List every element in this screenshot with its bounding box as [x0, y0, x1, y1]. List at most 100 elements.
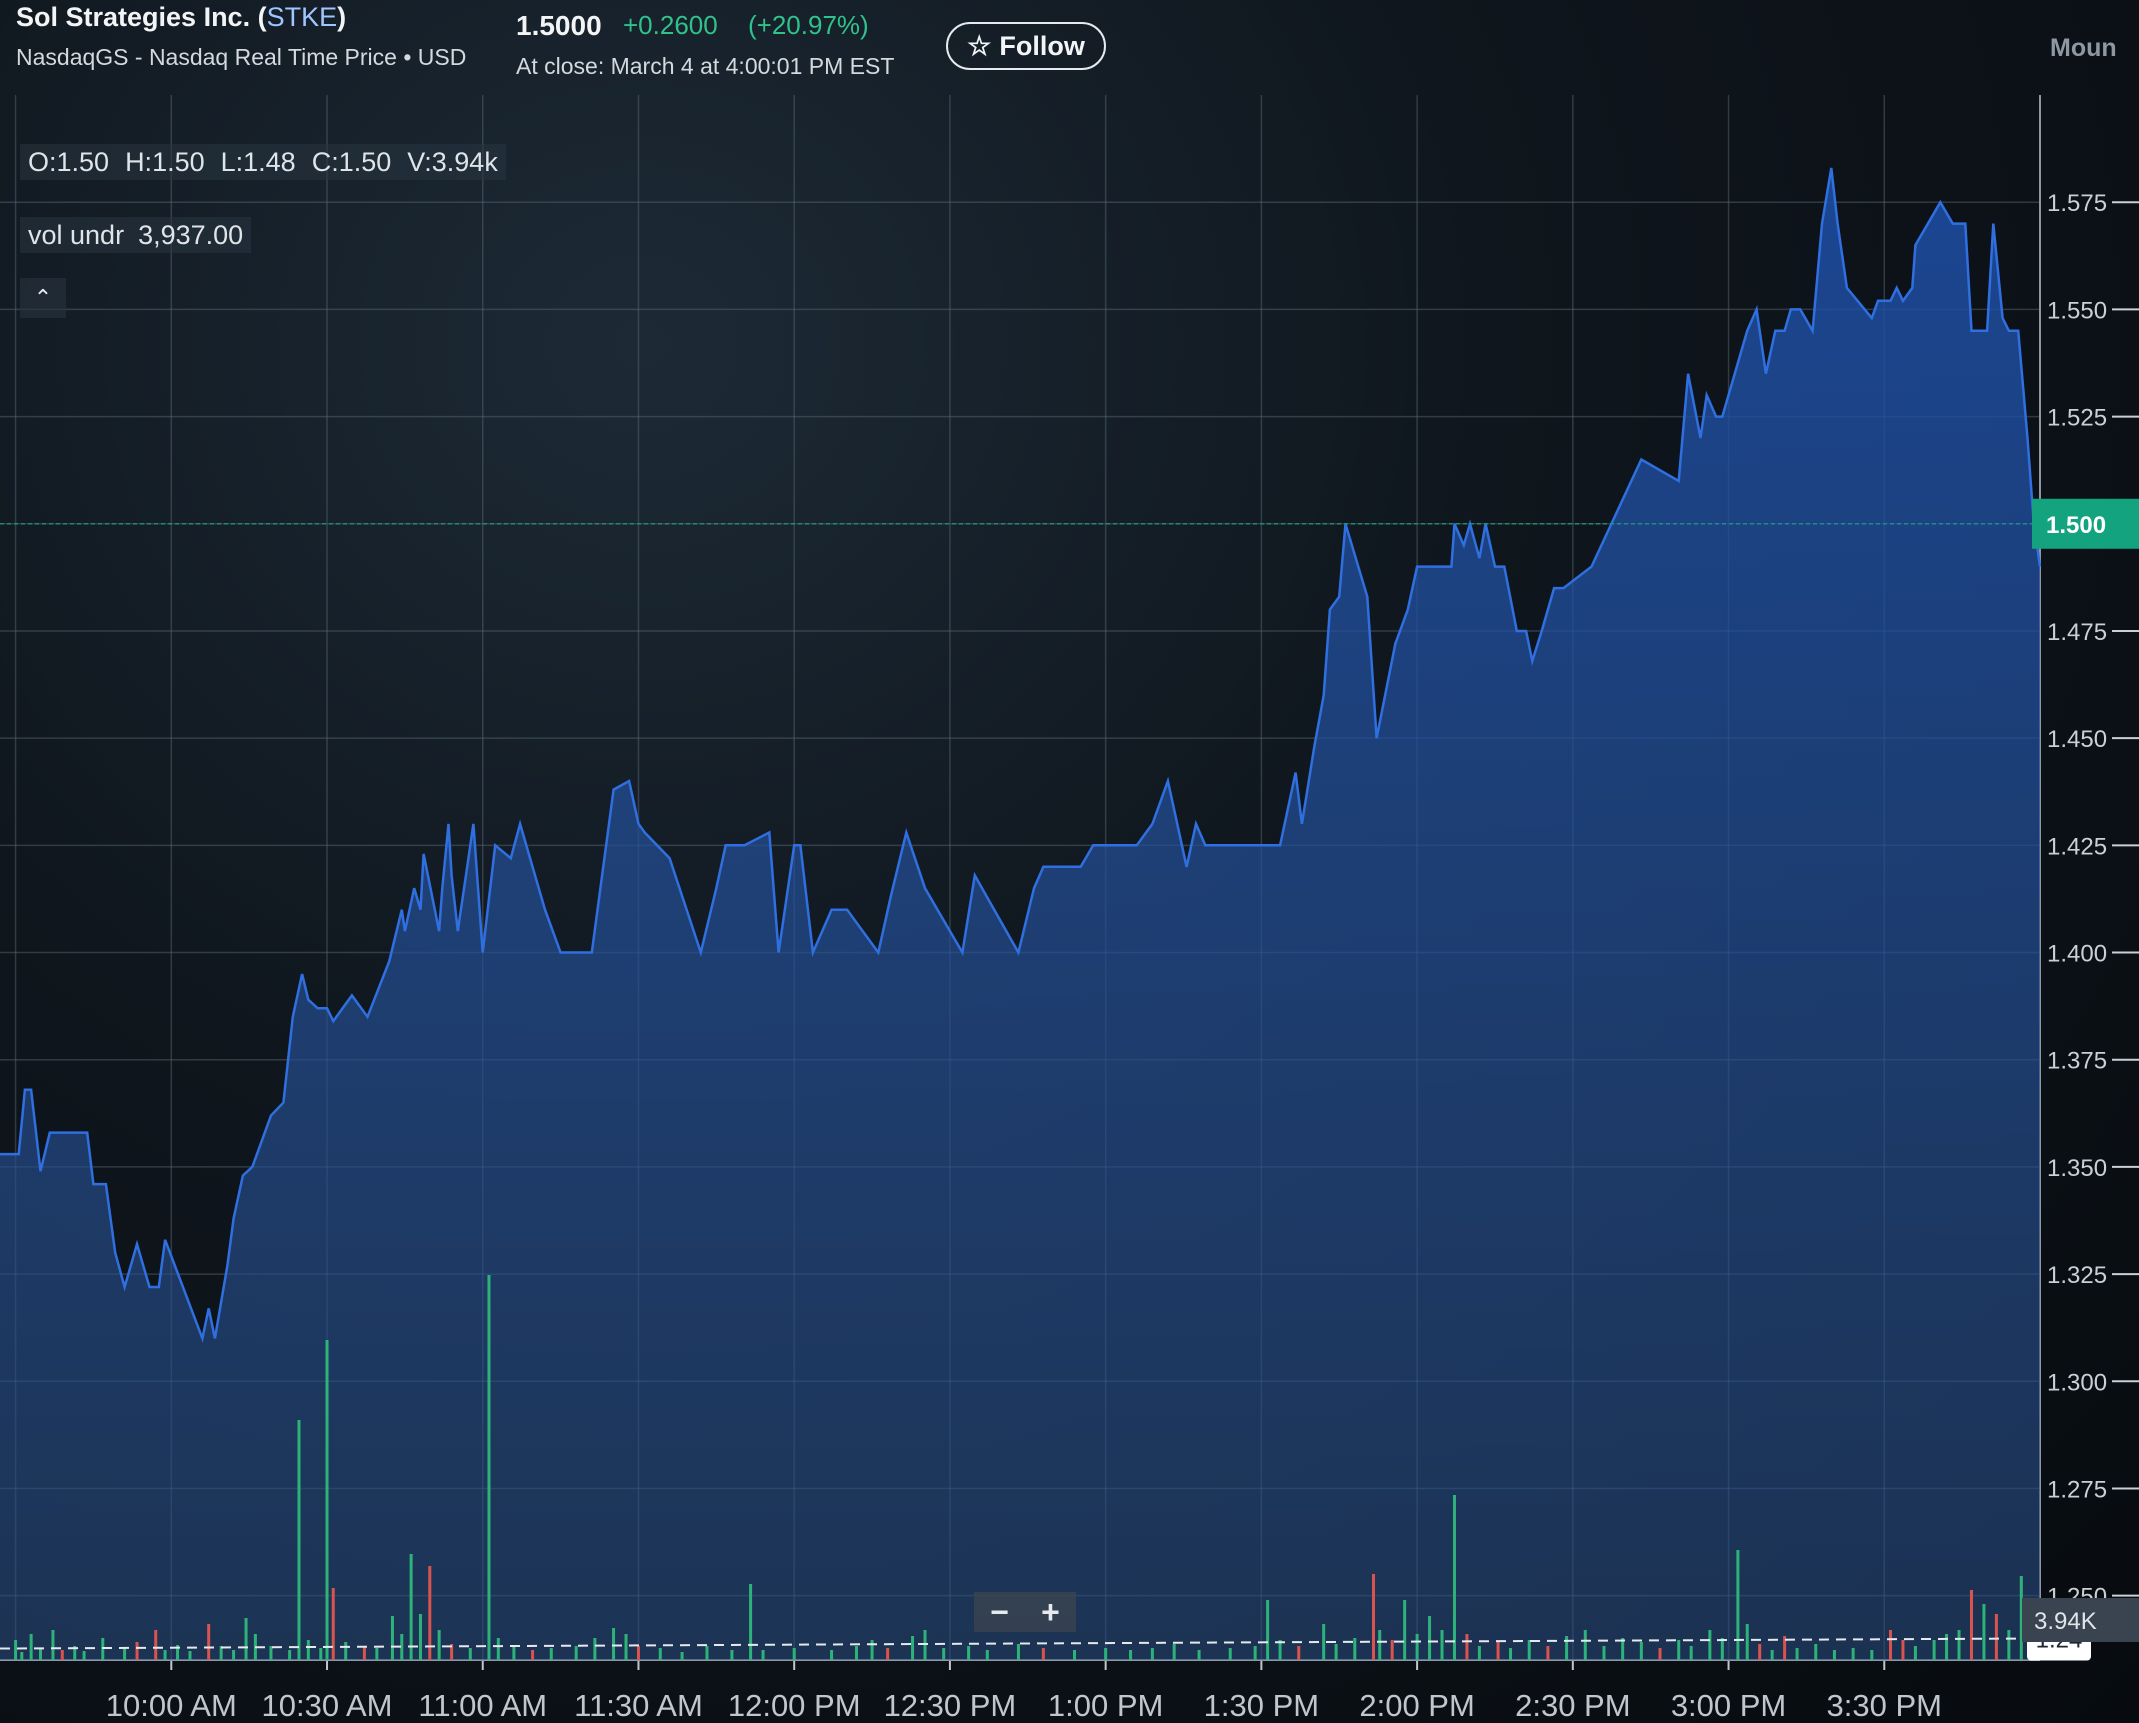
- last-price: 1.5000: [516, 10, 602, 41]
- x-tick-label: 12:30 PM: [884, 1688, 1017, 1723]
- volume-bar: [29, 1634, 33, 1660]
- volume-bar: [792, 1648, 796, 1660]
- price-change: +0.2600: [623, 10, 718, 40]
- volume-bar: [1708, 1630, 1712, 1660]
- collapse-legend-button[interactable]: ⌃: [20, 278, 66, 318]
- volume-bar: [362, 1646, 366, 1660]
- y-tick-label: 1.575: [2047, 190, 2107, 217]
- x-tick-label: 3:30 PM: [1827, 1688, 1942, 1723]
- y-tick-label: 1.475: [2047, 619, 2107, 646]
- volume-bar: [1945, 1634, 1949, 1660]
- volume-bar: [624, 1634, 628, 1660]
- price-area: [0, 167, 2040, 1660]
- volume-bar: [531, 1650, 535, 1660]
- volume-bar: [60, 1650, 64, 1660]
- x-tick-label: 11:30 AM: [574, 1688, 703, 1723]
- company-name: Sol Strategies Inc. (STKE): [16, 2, 347, 32]
- volume-bar: [1197, 1650, 1201, 1660]
- volume-bar: [123, 1648, 127, 1660]
- close-time: At close: March 4 at 4:00:01 PM EST: [516, 53, 895, 79]
- follow-label: Follow: [999, 30, 1085, 61]
- volume-bar: [512, 1646, 516, 1660]
- volume-bar: [612, 1628, 616, 1660]
- high-value: H:1.50: [125, 146, 205, 177]
- volume-bar: [1228, 1648, 1232, 1660]
- volume-bar: [1334, 1644, 1338, 1660]
- volume-bar: [1527, 1640, 1531, 1660]
- volume-badge-label: 3.94K: [2034, 1608, 2097, 1635]
- price-change-percent: (+20.97%): [748, 10, 869, 40]
- zoom-out-button[interactable]: −: [974, 1592, 1025, 1632]
- star-icon: ☆: [967, 30, 992, 61]
- price-chart[interactable]: 1.575 1.550 1.525 1.500 1.475 1.450 1.425 1.400…: [0, 0, 2139, 1723]
- volume-bar: [1253, 1646, 1257, 1660]
- volume-bar: [207, 1624, 211, 1660]
- zoom-in-button[interactable]: +: [1025, 1592, 1076, 1632]
- volume-bar: [297, 1420, 301, 1660]
- volume-bar: [390, 1616, 394, 1660]
- volume-bar: [1415, 1634, 1419, 1660]
- volume-bar: [82, 1651, 86, 1660]
- volume-bar: [730, 1650, 734, 1660]
- volume-bar: [1378, 1630, 1382, 1660]
- zoom-controls: − +: [974, 1592, 1076, 1632]
- volume-bar: [244, 1618, 248, 1660]
- y-tick-label: 1.350: [2047, 1155, 2107, 1182]
- volume-bar: [325, 1340, 329, 1660]
- volume-bar: [1266, 1600, 1270, 1660]
- volume-bar: [409, 1554, 413, 1660]
- volume-bar: [1371, 1574, 1375, 1660]
- open-value: O:1.50: [28, 146, 110, 177]
- ticker-symbol[interactable]: STKE: [267, 2, 338, 32]
- volume-bar: [1677, 1640, 1681, 1660]
- volume-bar: [188, 1651, 192, 1660]
- volume-indicator-value: 3,937.00: [138, 219, 244, 250]
- volume-bar: [496, 1638, 500, 1660]
- volume-bar: [20, 1652, 24, 1660]
- truncated-menu-item[interactable]: Moun: [2050, 34, 2117, 63]
- chevron-up-icon: ⌃: [33, 285, 53, 310]
- volume-indicator-readout: vol undr 3,937.00: [20, 217, 252, 253]
- volume-bar: [163, 1650, 167, 1660]
- volume-bar: [1322, 1624, 1326, 1660]
- volume-bar: [1546, 1646, 1550, 1660]
- volume-bar: [1639, 1642, 1643, 1660]
- x-tick-label: 3:00 PM: [1671, 1688, 1786, 1723]
- volume-bar: [1403, 1600, 1407, 1660]
- volume-bar: [1477, 1646, 1481, 1660]
- y-tick-label: 1.450: [2047, 726, 2107, 753]
- volume-bar: [14, 1640, 18, 1660]
- volume-bar: [306, 1640, 310, 1660]
- y-tick-label: 1.325: [2047, 1262, 2107, 1289]
- volume-bar: [761, 1650, 765, 1660]
- volume-bar: [1889, 1630, 1893, 1660]
- volume-bar: [1016, 1644, 1020, 1660]
- y-tick-label: 1.525: [2047, 405, 2107, 432]
- volume-bar: [705, 1646, 709, 1660]
- y-tick-label: 1.375: [2047, 1048, 2107, 1075]
- volume-bar: [1297, 1646, 1301, 1660]
- volume-bar: [680, 1652, 684, 1660]
- volume-bar: [854, 1646, 858, 1660]
- volume-bar: [1129, 1650, 1133, 1660]
- volume-bar: [1720, 1638, 1724, 1660]
- y-tick-label: 1.300: [2047, 1369, 2107, 1396]
- volume-bar: [1041, 1648, 1045, 1660]
- y-tick-label: 1.550: [2047, 297, 2107, 324]
- volume-bar: [331, 1588, 335, 1660]
- volume-bar: [886, 1648, 890, 1660]
- volume-bar: [1658, 1648, 1662, 1660]
- x-tick-label: 11:00 AM: [418, 1688, 547, 1723]
- volume-bar: [1465, 1634, 1469, 1660]
- follow-button[interactable]: ☆ Follow: [946, 22, 1106, 70]
- volume-bar: [232, 1650, 236, 1660]
- volume-bar: [1583, 1630, 1587, 1660]
- volume-bar: [319, 1648, 323, 1660]
- x-tick-label: 10:00 AM: [106, 1688, 237, 1723]
- volume-bar: [1982, 1604, 1986, 1660]
- volume-bar: [1932, 1640, 1936, 1660]
- volume-bar: [1150, 1648, 1154, 1660]
- x-tick-label: 2:30 PM: [1515, 1688, 1630, 1723]
- quote-header: Sol Strategies Inc. (STKE) NasdaqGS - Na…: [0, 0, 2139, 95]
- volume-bar: [437, 1630, 441, 1660]
